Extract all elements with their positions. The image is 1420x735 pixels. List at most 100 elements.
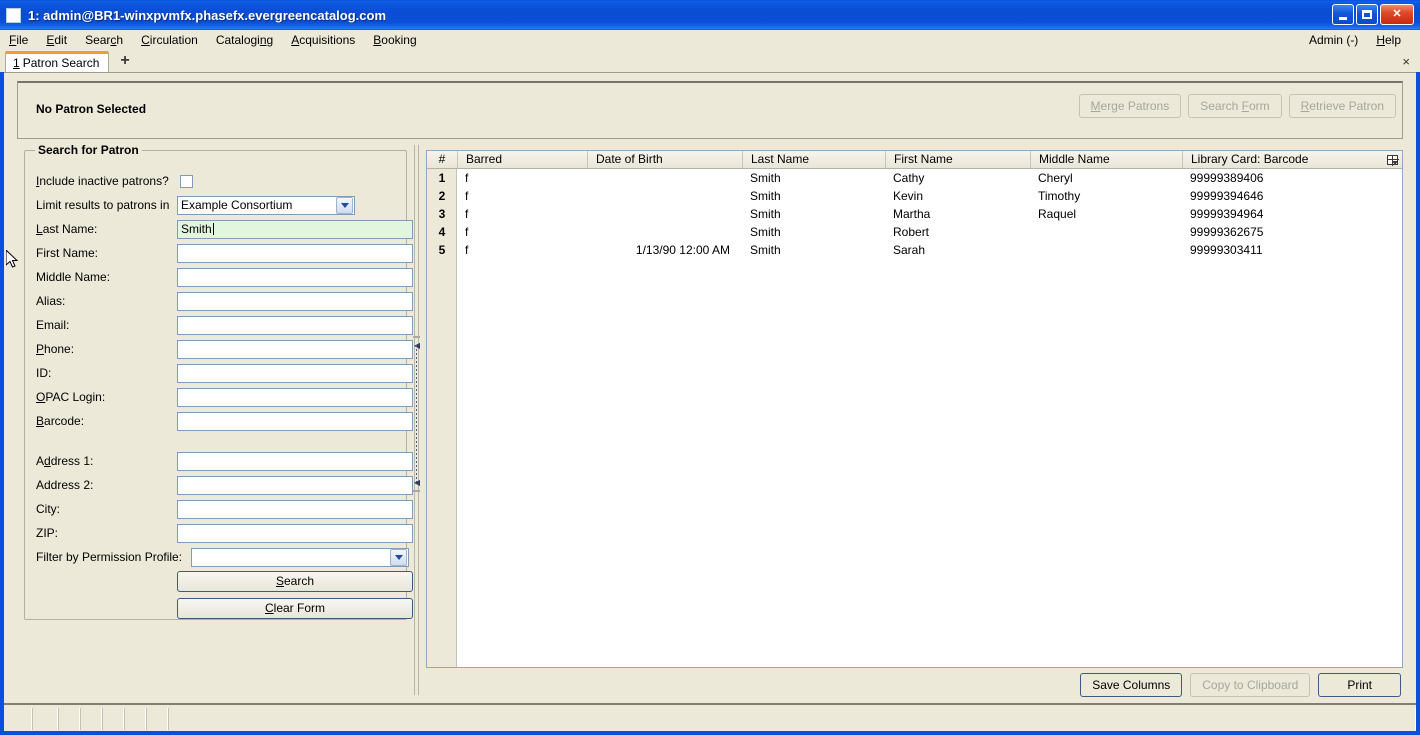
col-header-dob[interactable]: Date of Birth <box>587 151 742 168</box>
phone-input[interactable] <box>177 339 413 359</box>
col-header-first-name[interactable]: First Name <box>885 151 1030 168</box>
permission-profile-select[interactable] <box>191 547 409 567</box>
barcode-input[interactable] <box>177 411 413 431</box>
tab-label: Patron Search <box>22 56 100 70</box>
save-columns-button[interactable]: Save Columns <box>1080 673 1183 697</box>
menu-cataloging[interactable]: Cataloging <box>207 31 282 49</box>
grid-footer-buttons: Save Columns Copy to Clipboard Print <box>1080 673 1401 697</box>
minimize-button[interactable] <box>1332 4 1354 25</box>
search-button[interactable]: Search <box>177 570 413 592</box>
alias-input[interactable] <box>177 291 413 311</box>
table-row[interactable]: 2 f Smith Kevin Timothy 99999394646 <box>427 187 1402 205</box>
clear-form-button[interactable]: Clear Form <box>177 597 413 619</box>
cell-last-name: Smith <box>750 225 781 239</box>
close-tab-button[interactable]: × <box>1402 54 1410 69</box>
row-address-1: Address 1: <box>25 449 413 473</box>
cell-last-name: Smith <box>750 207 781 221</box>
last-name-label: Last Name: <box>36 222 98 236</box>
limit-results-label: Limit results to patrons in <box>36 198 170 212</box>
menu-right-group: Admin (-) Help <box>1300 31 1420 49</box>
column-picker-icon[interactable] <box>1384 152 1400 167</box>
cell-number: 2 <box>438 189 446 203</box>
cell-last-name: Smith <box>750 189 781 203</box>
patron-results-grid: # Barred Date of Birth Last Name First N… <box>426 150 1403 668</box>
merge-patrons-button[interactable]: Merge Patrons <box>1078 94 1182 118</box>
cell-first-name: Martha <box>893 207 931 221</box>
menu-help[interactable]: Help <box>1367 31 1410 49</box>
table-row[interactable]: 4 f Smith Robert 99999362675 <box>427 223 1402 241</box>
app-icon <box>6 7 21 23</box>
middle-name-input[interactable] <box>177 267 413 287</box>
search-group-title: Search for Patron <box>35 143 142 157</box>
panel-splitter[interactable]: ◀ ◀ <box>410 145 424 695</box>
table-row[interactable]: 1 f Smith Cathy Cheryl 99999389406 <box>427 169 1402 187</box>
row-address-2: Address 2: <box>25 473 413 497</box>
first-name-input[interactable] <box>177 243 413 263</box>
cell-barred: f <box>465 243 469 257</box>
row-zip: ZIP: <box>25 521 413 545</box>
tab-patron-search[interactable]: 1 Patron Search <box>5 51 110 72</box>
results-panel: # Barred Date of Birth Last Name First N… <box>426 145 1403 697</box>
retrieve-patron-button[interactable]: Retrieve Patron <box>1288 94 1396 118</box>
col-header-last-name[interactable]: Last Name <box>742 151 885 168</box>
menu-search[interactable]: Search <box>76 31 132 49</box>
close-button[interactable]: ✕ <box>1380 4 1414 25</box>
status-cell <box>124 708 146 730</box>
status-cell <box>32 708 58 730</box>
cell-number: 1 <box>438 171 446 185</box>
new-tab-button[interactable]: + <box>115 53 134 69</box>
maximize-button[interactable] <box>1356 4 1378 25</box>
grid-header-row: # Barred Date of Birth Last Name First N… <box>427 151 1402 169</box>
menu-acquisitions[interactable]: Acquisitions <box>282 31 364 49</box>
table-row[interactable]: 3 f Smith Martha Raquel 99999394964 <box>427 205 1402 223</box>
address-2-label: Address 2: <box>36 478 94 492</box>
cell-barcode: 99999303411 <box>1190 243 1263 257</box>
col-header-library-card[interactable]: Library Card: Barcode <box>1182 151 1387 168</box>
table-row[interactable]: 5 f 1/13/90 12:00 AM Smith Sarah 9999930… <box>427 241 1402 259</box>
splitter-grip <box>416 345 417 485</box>
menu-booking[interactable]: Booking <box>364 31 425 49</box>
print-button[interactable]: Print <box>1318 673 1401 697</box>
window-controls: ✕ <box>1332 4 1414 25</box>
cell-number: 4 <box>438 225 446 239</box>
collapse-left-icon-bottom[interactable]: ◀ <box>413 478 421 487</box>
cell-barcode: 99999389406 <box>1190 171 1264 185</box>
cell-last-name: Smith <box>750 243 781 257</box>
city-label: City: <box>36 502 60 516</box>
first-name-label: First Name: <box>36 246 99 260</box>
menu-admin[interactable]: Admin (-) <box>1300 31 1367 49</box>
zip-label: ZIP: <box>36 526 59 540</box>
copy-to-clipboard-button[interactable]: Copy to Clipboard <box>1190 673 1311 697</box>
limit-results-select[interactable]: Example Consortium <box>177 195 355 215</box>
id-input[interactable] <box>177 363 413 383</box>
col-header-barred[interactable]: Barred <box>457 151 587 168</box>
last-name-input[interactable]: Smith <box>177 219 413 239</box>
col-header-number[interactable]: # <box>427 151 457 168</box>
address-1-input[interactable] <box>177 451 413 471</box>
cell-first-name: Sarah <box>893 243 926 257</box>
row-email: Email: <box>25 313 413 337</box>
collapse-left-icon[interactable]: ◀ <box>413 341 421 350</box>
window-title: 1: admin@BR1-winxpvmfx.phasefx.evergreen… <box>28 7 387 23</box>
include-inactive-checkbox[interactable] <box>180 174 193 188</box>
col-header-middle-name[interactable]: Middle Name <box>1030 151 1182 168</box>
zip-input[interactable] <box>177 523 413 543</box>
opac-login-label: OPAC Login: <box>36 390 106 404</box>
address-2-input[interactable] <box>177 475 413 495</box>
search-form-button[interactable]: Search Form <box>1188 94 1282 118</box>
close-icon: ✕ <box>1392 8 1402 20</box>
city-input[interactable] <box>177 499 413 519</box>
opac-login-input[interactable] <box>177 387 413 407</box>
menu-edit[interactable]: Edit <box>37 31 76 49</box>
splitter-notch-bottom <box>413 490 420 492</box>
menu-circulation[interactable]: Circulation <box>132 31 207 49</box>
email-input[interactable] <box>177 315 413 335</box>
menu-file[interactable]: File <box>0 31 37 49</box>
chevron-down-icon <box>336 196 353 214</box>
cell-number: 5 <box>438 243 446 257</box>
cell-first-name: Robert <box>893 225 930 239</box>
address-1-label: Address 1: <box>36 454 94 468</box>
cell-barred: f <box>465 207 469 221</box>
cell-middle-name: Raquel <box>1038 207 1077 221</box>
cell-first-name: Cathy <box>893 171 925 185</box>
